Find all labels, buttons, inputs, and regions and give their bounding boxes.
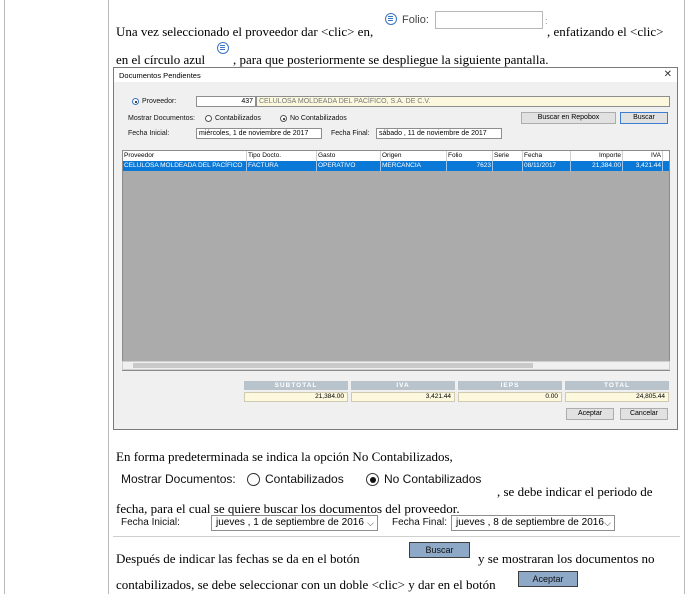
paragraph-4-part-a: Después de indicar las fechas se da en e… (116, 551, 360, 566)
documentos-pendientes-dialog: Documentos Pendientes ✕ Proveedor: 437 C… (113, 67, 678, 430)
cell-proveedor: CELULOSA MOLDEADA DEL PACÍFICO (123, 161, 247, 171)
cell-gasto: OPERATIVO (317, 161, 381, 171)
section-divider (113, 536, 680, 537)
table-row[interactable]: CELULOSA MOLDEADA DEL PACÍFICO FACTURA O… (123, 161, 669, 171)
fecha-final-value: jueves , 8 de septiembre de 2016 (456, 517, 604, 528)
fecha-final-label: Fecha Final: (392, 517, 448, 528)
cell-importe: 21,384.00 (571, 161, 623, 171)
col-header-proveedor[interactable]: Proveedor (123, 151, 247, 161)
dialog-titlebar: Documentos Pendientes ✕ (114, 68, 677, 82)
fecha-final-value: sábado , 11 de noviembre de 2017 (379, 130, 487, 137)
proveedor-label: Proveedor: (142, 98, 177, 105)
col-header-gasto[interactable]: Gasto (317, 151, 381, 161)
proveedor-name-field: CELULOSA MOLDEADA DEL PACÍFICO, S.A. DE … (256, 96, 670, 107)
paragraph-1-part-a: Una vez seleccionado el proveedor dar <c… (116, 24, 374, 39)
subtotal-header: SUBTOTAL (244, 381, 348, 390)
iva-value: 3,421.44 (351, 392, 455, 402)
total-header: TOTAL (565, 381, 669, 390)
mostrar-documentos-label: Mostrar Documentos: (128, 115, 195, 122)
col-header-iva[interactable]: IVA (623, 151, 663, 161)
aceptar-button[interactable]: Aceptar (566, 408, 614, 420)
contabilizados-label: Contabilizados (265, 472, 344, 486)
fecha-inicial-label: Fecha Inicial: (121, 517, 180, 528)
contabilizados-radio[interactable] (247, 473, 260, 486)
paragraph-1-part-c: en el círculo azul (116, 52, 206, 67)
grid-horizontal-scrollbar[interactable] (122, 361, 670, 370)
cell-tipo-docto: FACTURA (247, 161, 317, 171)
fecha-inicial-value: miércoles, 1 de noviembre de 2017 (199, 130, 309, 137)
cell-folio: 7623 (447, 161, 493, 171)
close-icon[interactable]: ✕ (664, 69, 672, 80)
cell-fecha: 08/11/2017 (523, 161, 571, 171)
col-header-serie[interactable]: Serie (493, 151, 523, 161)
col-header-folio[interactable]: Folio (447, 151, 493, 161)
table-column-divider (108, 0, 109, 594)
col-header-origen[interactable]: Origen (381, 151, 447, 161)
fecha-final-picker[interactable]: jueves , 8 de septiembre de 2016 ⌵ (451, 515, 615, 531)
subtotal-value: 21,384.00 (244, 392, 348, 402)
paragraph-4-part-c: contabilizados, se debe seleccionar con … (116, 577, 496, 592)
cell-serie (493, 161, 523, 171)
folio-label: Folio: (402, 14, 429, 26)
cell-origen: MERCANCIA (381, 161, 447, 171)
total-value: 24,805.44 (565, 392, 669, 402)
ieps-value: 0.00 (458, 392, 562, 402)
circle-list-icon (217, 42, 229, 54)
paragraph-1-part-d: , para que posteriormente se despliegue … (233, 52, 549, 67)
no-contabilizados-label: No Contabilizados (290, 115, 347, 122)
contabilizados-radio[interactable] (205, 115, 212, 122)
chevron-down-icon[interactable]: ⌵ (604, 516, 611, 530)
no-contabilizados-label: No Contabilizados (384, 472, 482, 486)
fecha-inicial-picker[interactable]: miércoles, 1 de noviembre de 2017 (196, 128, 322, 139)
fecha-inicial-label: Fecha Inicial: (128, 130, 170, 137)
paragraph-1-part-b: , enfatizando el <clic> (547, 24, 664, 39)
buscar-button[interactable]: Buscar (409, 542, 470, 558)
buscar-button[interactable]: Buscar (620, 112, 668, 124)
documents-grid[interactable]: Proveedor Tipo Docto. Gasto Origen Folio… (122, 150, 670, 371)
proveedor-id-field[interactable]: 437 (196, 96, 256, 107)
chevron-down-icon[interactable]: ⌵ (367, 516, 374, 530)
no-contabilizados-radio[interactable] (366, 473, 379, 486)
fecha-inicial-picker[interactable]: jueves , 1 de septiembre de 2016 ⌵ (211, 515, 378, 531)
fecha-inicial-value: jueves , 1 de septiembre de 2016 (216, 517, 364, 528)
iva-header: IVA (351, 381, 455, 390)
mostrar-documentos-label: Mostrar Documentos: (121, 472, 236, 486)
col-header-fecha[interactable]: Fecha (523, 151, 571, 161)
paragraph-4-part-b: y se mostraran los documentos no (478, 551, 655, 566)
col-header-importe[interactable]: Importe (571, 151, 623, 161)
paragraph-2: En forma predeterminada se indica la opc… (116, 449, 453, 464)
fecha-final-picker[interactable]: sábado , 11 de noviembre de 2017 (376, 128, 502, 139)
col-header-tipo-docto[interactable]: Tipo Docto. (247, 151, 317, 161)
circle-list-icon (385, 13, 397, 25)
ieps-header: IEPS (458, 381, 562, 390)
fecha-final-label: Fecha Final: (331, 130, 370, 137)
paragraph-3-part-a: , se debe indicar el periodo de (497, 484, 653, 499)
no-contabilizados-radio[interactable] (280, 115, 287, 122)
contabilizados-label: Contabilizados (215, 115, 261, 122)
buscar-repobox-button[interactable]: Buscar en Repobox (521, 112, 616, 124)
proveedor-radio[interactable] (132, 98, 139, 105)
folio-input[interactable] (435, 11, 543, 29)
dialog-title: Documentos Pendientes (119, 71, 201, 80)
cell-iva: 3,421.44 (623, 161, 663, 171)
aceptar-button[interactable]: Aceptar (518, 571, 578, 587)
scrollbar-thumb[interactable] (133, 363, 533, 368)
cancelar-button[interactable]: Cancelar (620, 408, 668, 420)
